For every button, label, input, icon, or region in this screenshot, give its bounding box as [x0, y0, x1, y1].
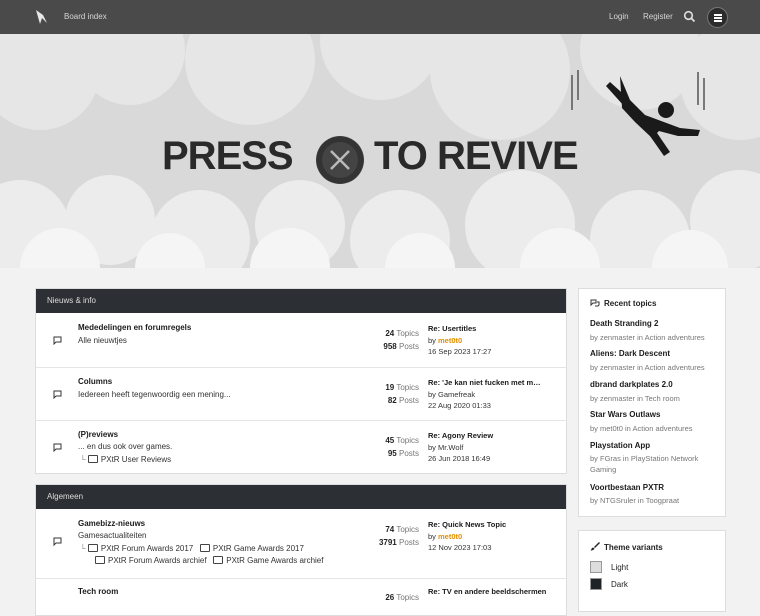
recent-topic-meta: by met0t0 in Action adventures [590, 424, 693, 433]
section-title[interactable]: Algemeen [47, 492, 83, 501]
topics-count: 26 Topics [385, 593, 419, 602]
recent-topics-panel: Recent topics Death Stranding 2 by zenma… [578, 288, 726, 517]
username-link[interactable]: Mr.Wolf [438, 443, 463, 452]
falling-figure-icon [571, 70, 705, 156]
forum-title-link[interactable]: (P)reviews [78, 430, 118, 439]
forum-row: Gamebizz-nieuws Gamesactualiteiten └ PXt… [36, 510, 566, 577]
board-index-link[interactable]: Board index [64, 12, 107, 21]
site-logo-icon[interactable] [34, 8, 48, 26]
folder-icon [95, 556, 105, 564]
last-post-author: by met0t0 [428, 532, 463, 541]
recent-topic-meta: by zenmaster in Action adventures [590, 363, 705, 372]
hamburger-menu-button[interactable] [707, 7, 728, 28]
posts-count: 958 Posts [383, 342, 419, 351]
subforum-link[interactable]: PXtR Game Awards archief [226, 556, 323, 565]
folder-icon [213, 556, 224, 564]
subforum-list: └ PXtR Forum Awards 2017 PXtR Game Award… [80, 544, 304, 553]
forum-description: Iedereen heeft tegenwoordig een mening..… [78, 390, 231, 399]
recent-topic-link[interactable]: Playstation App [590, 441, 650, 450]
banner-title-left: PRESS [162, 134, 294, 178]
recent-topic-link[interactable]: Star Wars Outlaws [590, 410, 660, 419]
header-banner: Board index Login Register PRESS TO REVI… [0, 0, 760, 268]
subforum-link[interactable]: PXtR Forum Awards 2017 [101, 544, 193, 553]
forum-section-algemeen: Algemeen Gamebizz-nieuws Gamesactualitei… [35, 484, 567, 616]
light-theme-swatch[interactable] [590, 561, 602, 573]
last-post-author: by Mr.Wolf [428, 443, 464, 452]
last-post-link[interactable]: Re: TV en andere beeldschermen [428, 587, 546, 596]
forum-row: (P)reviews ... en dus ook over games. └ … [36, 420, 566, 473]
posts-count: 82 Posts [387, 396, 419, 405]
forum-chat-icon [53, 390, 62, 399]
forum-row: Columns Iedereen heeft tegenwoordig een … [36, 367, 566, 420]
forum-chat-icon [53, 443, 62, 452]
forum-description: ... en dus ook over games. [78, 442, 173, 451]
last-post-link[interactable]: Re: 'Je kan niet fucken met m… [428, 378, 541, 387]
login-link[interactable]: Login [609, 12, 629, 21]
section-header: Algemeen [36, 485, 566, 509]
recent-topic-link[interactable]: Voortbestaan PXTR [590, 483, 664, 492]
subforum-link[interactable]: PXtR User Reviews [101, 455, 171, 464]
section-title[interactable]: Nieuws & info [47, 296, 96, 305]
dark-theme-label[interactable]: Dark [611, 580, 628, 589]
forum-title-link[interactable]: Tech room [78, 587, 118, 596]
forum-chat-icon [53, 537, 62, 546]
theme-variants-header: Theme variants [590, 541, 663, 552]
recent-topic-link[interactable]: Aliens: Dark Descent [590, 349, 670, 358]
username-link[interactable]: met0t0 [438, 336, 462, 345]
last-post-link[interactable]: Re: Quick News Topic [428, 520, 506, 529]
forum-section-nieuws: Nieuws & info Mededelingen en forumregel… [35, 288, 567, 474]
subforum-list: PXtR Forum Awards archief PXtR Game Awar… [95, 556, 323, 565]
subforum-link[interactable]: PXtR Forum Awards archief [108, 556, 207, 565]
folder-icon [87, 544, 98, 552]
recent-topic-meta: by NTGSruler in Toogpraat [590, 496, 680, 505]
recent-topic-link[interactable]: Death Stranding 2 [590, 319, 658, 328]
username-link[interactable]: met0t0 [438, 532, 462, 541]
recent-topics-header: Recent topics [590, 299, 656, 308]
last-post-date: 22 Aug 2020 01:33 [428, 401, 491, 410]
section-header: Nieuws & info [36, 289, 566, 313]
forum-title-link[interactable]: Columns [78, 377, 112, 386]
topics-count: 74 Topics [385, 525, 419, 534]
forum-chat-icon [53, 336, 62, 345]
chat-bubbles-icon [590, 299, 600, 307]
last-post-date: 12 Nov 2023 17:03 [428, 543, 492, 552]
banner-title-right: TO REVIVE [374, 134, 579, 178]
register-link[interactable]: Register [643, 12, 673, 21]
last-post-link[interactable]: Re: Agony Review [428, 431, 493, 440]
subforum-link[interactable]: PXtR Game Awards 2017 [213, 544, 304, 553]
recent-topic-meta: by FGras in PlayStation Network Gaming [590, 454, 699, 474]
folder-icon [199, 544, 210, 552]
last-post-author: by Gamefreak [428, 390, 476, 399]
dark-theme-swatch[interactable] [590, 578, 602, 590]
forum-title-link[interactable]: Mededelingen en forumregels [78, 323, 191, 332]
paintbrush-icon [590, 542, 600, 551]
folder-icon [87, 455, 98, 463]
light-theme-label[interactable]: Light [611, 563, 628, 572]
posts-count: 3791 Posts [378, 538, 419, 547]
last-post-link[interactable]: Re: Usertitles [428, 324, 476, 333]
forum-title-link[interactable]: Gamebizz-nieuws [78, 519, 145, 528]
forum-description: Alle nieuwtjes [78, 336, 127, 345]
last-post-author: by met0t0 [428, 336, 463, 345]
posts-count: 95 Posts [387, 449, 419, 458]
forum-description: Gamesactualiteiten [78, 531, 147, 540]
recent-topic-meta: by zenmaster in Action adventures [590, 333, 705, 342]
cross-button-icon [316, 136, 364, 184]
subforum-list: └ PXtR User Reviews [80, 455, 172, 464]
last-post-date: 26 Jun 2018 16:49 [428, 454, 491, 463]
forum-row: Mededelingen en forumregels Alle nieuwtj… [36, 314, 566, 366]
recent-topic-link[interactable]: dbrand darkplates 2.0 [590, 380, 673, 389]
topics-count: 45 Topics [385, 436, 419, 445]
recent-topic-meta: by zenmaster in Tech room [590, 394, 680, 403]
username-link[interactable]: Gamefreak [438, 390, 475, 399]
last-post-date: 16 Sep 2023 17:27 [428, 347, 492, 356]
search-icon[interactable] [683, 10, 696, 23]
topics-count: 19 Topics [385, 383, 419, 392]
forum-row: Tech room 26 Topics Re: TV en andere bee… [36, 578, 566, 616]
topics-count: 24 Topics [385, 329, 419, 338]
